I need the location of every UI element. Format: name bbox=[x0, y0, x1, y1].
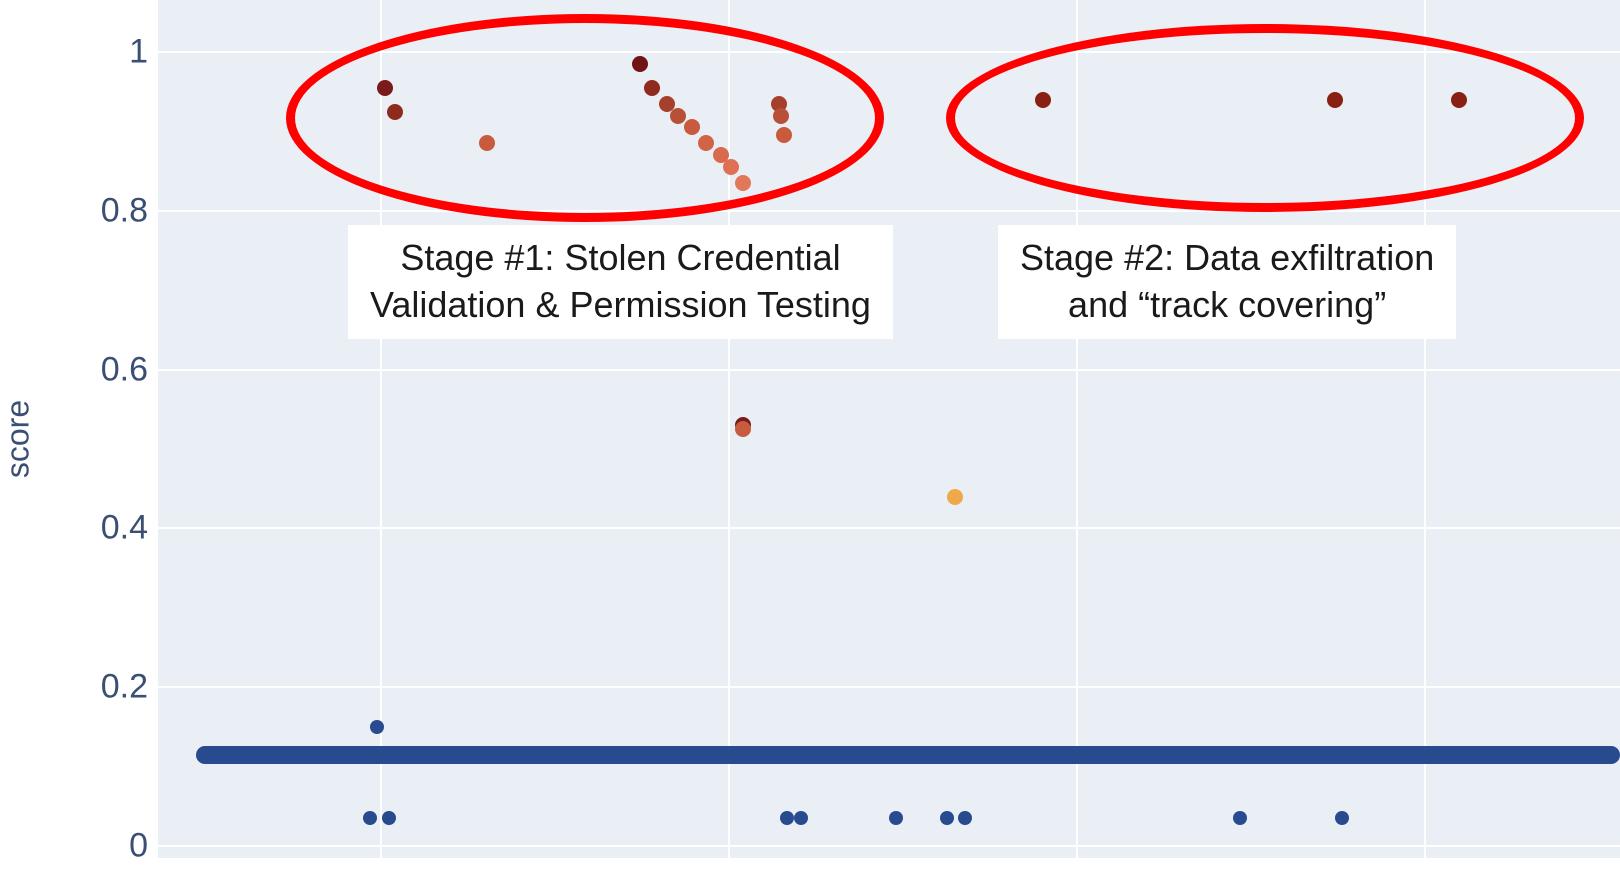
stage1-ellipse bbox=[286, 14, 884, 222]
baseline-dense-band bbox=[196, 746, 1620, 764]
data-point bbox=[794, 811, 808, 825]
stage2-line1: Stage #2: Data exfiltration bbox=[1020, 237, 1434, 278]
data-point bbox=[780, 811, 794, 825]
data-point bbox=[889, 811, 903, 825]
data-point bbox=[958, 811, 972, 825]
stage1-line1: Stage #1: Stolen Credential bbox=[400, 237, 840, 278]
stage2-ellipse bbox=[946, 24, 1584, 212]
y-tick-0.8: 0.8 bbox=[101, 192, 148, 231]
y-tick-0.6: 0.6 bbox=[101, 351, 148, 390]
y-tick-0: 0 bbox=[129, 827, 148, 866]
data-point bbox=[363, 811, 377, 825]
stage1-annotation: Stage #1: Stolen Credential Validation &… bbox=[348, 225, 893, 339]
data-point bbox=[1335, 811, 1349, 825]
stage1-line2: Validation & Permission Testing bbox=[370, 284, 871, 325]
stage2-annotation: Stage #2: Data exfiltration and “track c… bbox=[998, 225, 1456, 339]
data-point bbox=[382, 811, 396, 825]
data-point bbox=[735, 421, 751, 437]
stage2-line2: and “track covering” bbox=[1068, 284, 1386, 325]
scatter-chart: score 0 0.2 0.4 0.6 0.8 1 Stage #1: Stol… bbox=[0, 0, 1620, 878]
y-tick-0.4: 0.4 bbox=[101, 509, 148, 548]
data-point bbox=[940, 811, 954, 825]
data-point bbox=[1233, 811, 1247, 825]
y-tick-0.2: 0.2 bbox=[101, 668, 148, 707]
plot-area: Stage #1: Stolen Credential Validation &… bbox=[158, 0, 1620, 858]
data-point bbox=[947, 489, 963, 505]
y-axis-label: score bbox=[0, 400, 37, 478]
data-point bbox=[370, 720, 384, 734]
y-tick-1: 1 bbox=[129, 33, 148, 72]
